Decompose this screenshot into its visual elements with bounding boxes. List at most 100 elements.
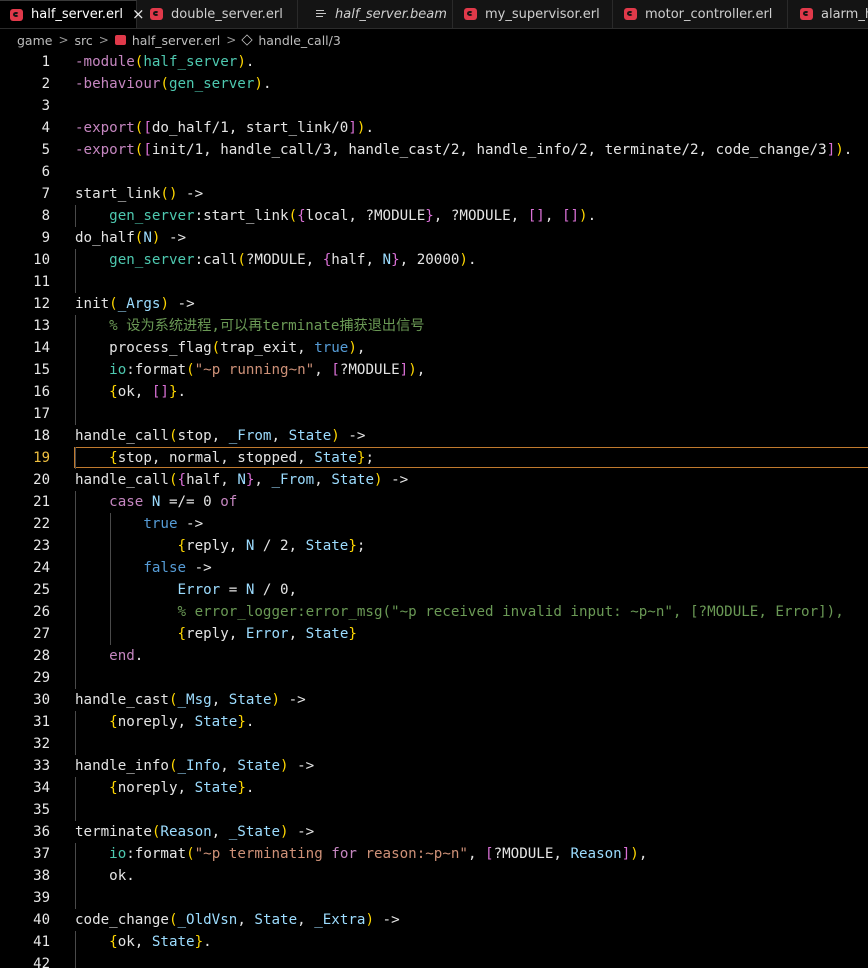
line-number: 40: [33, 912, 50, 928]
code-line[interactable]: 32: [0, 733, 868, 755]
breadcrumb-file[interactable]: half_server.erl: [132, 33, 220, 48]
code-editor[interactable]: 1 -module(half_server). 2 -behaviour(gen_se…: [0, 51, 868, 968]
code-line[interactable]: 14 process_flag(trap_exit, true),: [0, 337, 868, 359]
code-line[interactable]: 33 handle_info(_Info, State) ->: [0, 755, 868, 777]
code-line[interactable]: 24 false ->: [0, 557, 868, 579]
breadcrumb: game > src > half_server.erl > handle_ca…: [0, 29, 868, 51]
code-line[interactable]: 1 -module(half_server).: [0, 51, 868, 73]
code-token: []: [561, 208, 580, 224]
code-token: handle_call: [75, 428, 169, 444]
code-line[interactable]: 9 do_half(N) ->: [0, 227, 868, 249]
code-token: ->: [280, 692, 306, 708]
code-line[interactable]: 35: [0, 799, 868, 821]
code-token: do_half: [75, 230, 135, 246]
tab-motor-controller-erl[interactable]: motor_controller.erl: [613, 0, 788, 28]
code-line[interactable]: 18 handle_call(stop, _From, State) ->: [0, 425, 868, 447]
code-line[interactable]: 15 io:format("~p running~n", [?MODULE]),: [0, 359, 868, 381]
code-line[interactable]: 16 {ok, []}.: [0, 381, 868, 403]
code-line[interactable]: 11: [0, 271, 868, 293]
code-line[interactable]: 30 handle_cast(_Msg, State) ->: [0, 689, 868, 711]
breadcrumb-folder-src[interactable]: src: [75, 33, 93, 48]
code-line[interactable]: 3: [0, 95, 868, 117]
code-line[interactable]: 41 {ok, State}.: [0, 931, 868, 953]
line-number: 25: [33, 582, 50, 598]
code-line[interactable]: 6: [0, 161, 868, 183]
line-number: 36: [33, 824, 50, 840]
tab-alarm-handler-erl[interactable]: alarm_ha: [788, 0, 868, 28]
code-token: ok,: [117, 384, 152, 400]
code-line[interactable]: 19 {stop, normal, stopped, State};: [0, 447, 868, 469]
line-number: 18: [33, 428, 50, 444]
code-token: State: [288, 428, 332, 444]
tab-label: motor_controller.erl: [645, 6, 773, 22]
code-line[interactable]: 34 {noreply, State}.: [0, 777, 868, 799]
code-token: {: [297, 208, 306, 224]
code-line[interactable]: 23 {reply, N / 2, State};: [0, 535, 868, 557]
code-line[interactable]: 22 true ->: [0, 513, 868, 535]
code-token: (: [160, 76, 169, 92]
line-number: 20: [33, 472, 50, 488]
tab-double-server-erl[interactable]: double_server.erl: [137, 0, 298, 28]
tab-label: alarm_ha: [821, 6, 868, 22]
code-line[interactable]: 38 ok.: [0, 865, 868, 887]
breadcrumb-symbol[interactable]: handle_call/3: [258, 33, 341, 48]
code-line[interactable]: 5 -export([init/1, handle_call/3, handle_…: [0, 139, 868, 161]
code-token: stop, normal, stopped,: [117, 450, 315, 466]
code-line[interactable]: 39: [0, 887, 868, 909]
code-line[interactable]: 21 case N =/= 0 of: [0, 491, 868, 513]
code-token: {: [109, 780, 118, 796]
code-token: }: [168, 384, 178, 400]
code-token: State: [314, 450, 357, 466]
code-text: true ->: [75, 513, 203, 535]
code-text: % error_logger:error_msg("~p received in…: [75, 601, 844, 623]
code-line[interactable]: 8 gen_server:start_link({local, ?MODULE}…: [0, 205, 868, 227]
code-line[interactable]: 42: [0, 953, 868, 968]
tab-half-server-beam[interactable]: half_server.beam: [298, 0, 453, 28]
code-text: gen_server:start_link({local, ?MODULE}, …: [75, 205, 596, 227]
code-line[interactable]: 12 init(_Args) ->: [0, 293, 868, 315]
code-line[interactable]: 40 code_change(_OldVsn, State, _Extra) ->: [0, 909, 868, 931]
code-line[interactable]: 4 -export([do_half/1, start_link/0]).: [0, 117, 868, 139]
code-line[interactable]: 29: [0, 667, 868, 689]
code-token: of: [220, 494, 238, 510]
breadcrumb-folder-game[interactable]: game: [17, 33, 52, 48]
code-line[interactable]: 28 end.: [0, 645, 868, 667]
tab-my-supervisor-erl[interactable]: my_supervisor.erl: [453, 0, 613, 28]
code-line[interactable]: 26 % error_logger:error_msg("~p received…: [0, 601, 868, 623]
code-token: ->: [374, 912, 400, 928]
code-token: ->: [288, 824, 315, 840]
code-token: Error: [245, 626, 289, 642]
code-line[interactable]: 37 io:format("~p terminating for reason:…: [0, 843, 868, 865]
code-line[interactable]: 13 % 设为系统进程,可以再terminate捕获退出信号: [0, 315, 868, 337]
line-number: 13: [33, 318, 50, 334]
code-line[interactable]: 36 terminate(Reason, _State) ->: [0, 821, 868, 843]
code-token: reply,: [186, 626, 246, 642]
code-token: =/= 0: [160, 494, 221, 510]
code-token: terminate: [75, 824, 152, 840]
code-token: ,: [254, 472, 272, 488]
code-token: init/1, handle_call/3, handle_cast/2, ha…: [151, 142, 827, 158]
code-line[interactable]: 10 gen_server:call(?MODULE, {half, N}, 2…: [0, 249, 868, 271]
code-token: local, ?MODULE: [305, 208, 426, 224]
code-token: -export: [75, 120, 135, 136]
code-line[interactable]: 17: [0, 403, 868, 425]
code-token: }: [237, 714, 246, 730]
line-number: 26: [33, 604, 50, 620]
code-token: ): [331, 428, 340, 444]
code-line[interactable]: 25 Error = N / 0,: [0, 579, 868, 601]
code-line[interactable]: 27 {reply, Error, State}: [0, 623, 868, 645]
code-token: {: [177, 626, 187, 642]
erlang-file-icon: [464, 8, 477, 20]
code-token: ,: [314, 472, 332, 488]
code-token: / 2,: [254, 538, 306, 554]
code-line[interactable]: 2 -behaviour(gen_server).: [0, 73, 868, 95]
code-line[interactable]: 20 handle_call({half, N}, _From, State) -…: [0, 469, 868, 491]
code-token: State: [305, 626, 349, 642]
code-line[interactable]: 7 start_link() ->: [0, 183, 868, 205]
tab-half-server-erl[interactable]: half_server.erl ×: [0, 0, 145, 28]
code-line[interactable]: 31 {noreply, State}.: [0, 711, 868, 733]
code-token: ,: [544, 208, 562, 224]
